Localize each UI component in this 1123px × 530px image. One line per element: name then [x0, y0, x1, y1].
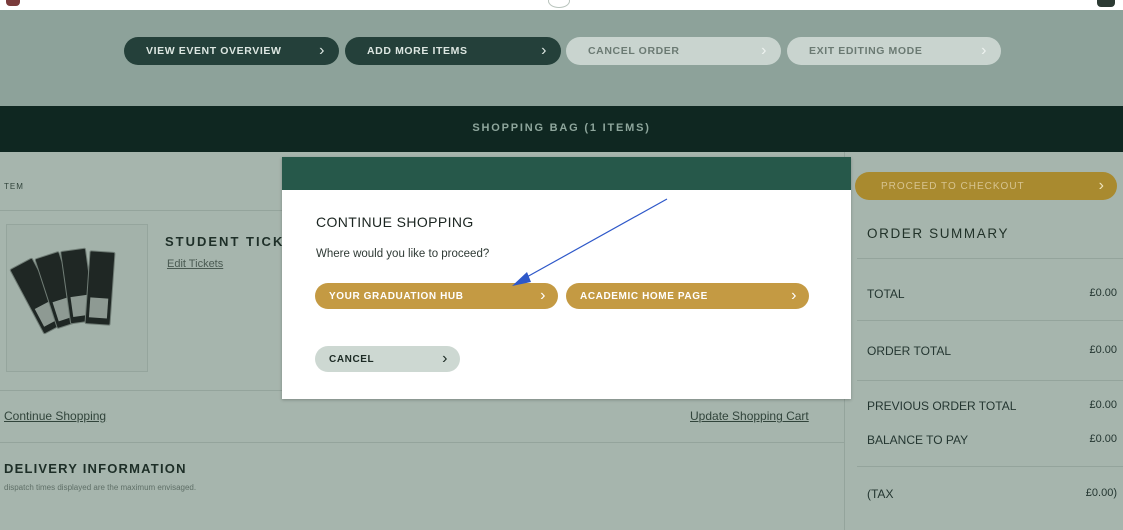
shopping-bag-title: SHOPPING BAG (1 ITEMS)	[472, 122, 651, 134]
divider	[857, 466, 1123, 467]
proceed-to-checkout-button[interactable]: PROCEED TO CHECKOUT ›	[855, 172, 1117, 200]
order-summary-title: ORDER SUMMARY	[867, 226, 1010, 241]
cancel-order-label: CANCEL ORDER	[588, 45, 680, 57]
your-graduation-hub-button[interactable]: YOUR GRADUATION HUB ›	[315, 283, 558, 309]
action-bar: VIEW EVENT OVERVIEW › ADD MORE ITEMS › C…	[0, 10, 1123, 106]
cancel-order-button[interactable]: CANCEL ORDER ›	[566, 37, 781, 65]
chevron-right-icon: ›	[1098, 177, 1105, 194]
divider	[857, 258, 1123, 259]
divider	[0, 442, 844, 443]
add-more-items-label: ADD MORE ITEMS	[367, 45, 468, 57]
chevron-right-icon: ›	[791, 287, 797, 304]
dialog-question: Where would you like to proceed?	[316, 248, 490, 260]
summary-label: BALANCE TO PAY	[867, 433, 969, 447]
order-summary-column: PROCEED TO CHECKOUT › ORDER SUMMARY TOTA…	[844, 152, 1123, 530]
ticket-image	[84, 250, 116, 326]
continue-shopping-link[interactable]: Continue Shopping	[4, 409, 106, 423]
summary-row: PREVIOUS ORDER TOTAL £0.00	[867, 399, 1117, 413]
summary-value: £0.00	[1089, 433, 1117, 445]
your-graduation-hub-label: YOUR GRADUATION HUB	[329, 290, 464, 302]
shopping-bag-header: SHOPPING BAG (1 ITEMS)	[0, 106, 1123, 152]
ticket-thumbnail	[6, 224, 148, 372]
summary-label: (TAX	[867, 487, 894, 501]
chevron-right-icon: ›	[541, 42, 547, 59]
summary-value: £0.00	[1089, 287, 1117, 299]
add-more-items-button[interactable]: ADD MORE ITEMS ›	[345, 37, 561, 65]
summary-value: £0.00)	[1085, 487, 1117, 499]
academic-home-page-label: ACADEMIC HOME PAGE	[580, 290, 708, 302]
dialog-cancel-button[interactable]: CANCEL ›	[315, 346, 460, 372]
summary-row: BALANCE TO PAY £0.00	[867, 433, 1117, 447]
summary-label: PREVIOUS ORDER TOTAL	[867, 399, 1017, 413]
edit-tickets-link[interactable]: Edit Tickets	[167, 258, 223, 270]
exit-editing-mode-button[interactable]: EXIT EDITING MODE ›	[787, 37, 1001, 65]
continue-shopping-dialog: CONTINUE SHOPPING Where would you like t…	[282, 157, 851, 399]
summary-row: ORDER TOTAL £0.00	[867, 344, 1117, 358]
logo-icon	[548, 0, 570, 8]
flag-icon	[6, 0, 20, 6]
academic-home-page-button[interactable]: ACADEMIC HOME PAGE ›	[566, 283, 809, 309]
summary-row: (TAX £0.00)	[867, 487, 1117, 501]
summary-row: TOTAL £0.00	[867, 287, 1117, 301]
chevron-right-icon: ›	[319, 42, 325, 59]
dialog-header	[282, 157, 851, 190]
dialog-title: CONTINUE SHOPPING	[316, 214, 474, 230]
chevron-right-icon: ›	[540, 287, 546, 304]
proceed-to-checkout-label: PROCEED TO CHECKOUT	[881, 180, 1025, 192]
item-title: STUDENT TICKE	[165, 234, 295, 249]
chevron-right-icon: ›	[981, 42, 987, 59]
item-column-header: TEM	[4, 182, 24, 191]
chevron-right-icon: ›	[761, 42, 767, 59]
exit-editing-mode-label: EXIT EDITING MODE	[809, 45, 923, 57]
update-shopping-cart-link[interactable]: Update Shopping Cart	[690, 409, 809, 423]
summary-value: £0.00	[1089, 344, 1117, 356]
chevron-right-icon: ›	[442, 350, 448, 367]
delivery-information-title: DELIVERY INFORMATION	[4, 461, 187, 476]
summary-label: ORDER TOTAL	[867, 344, 952, 358]
view-event-overview-button[interactable]: VIEW EVENT OVERVIEW ›	[124, 37, 339, 65]
user-icon[interactable]	[1097, 0, 1115, 7]
top-strip	[0, 0, 1123, 10]
divider	[857, 380, 1123, 381]
divider	[857, 320, 1123, 321]
delivery-note: dispatch times displayed are the maximum…	[4, 483, 197, 492]
summary-value: £0.00	[1089, 399, 1117, 411]
dialog-cancel-label: CANCEL	[329, 353, 375, 365]
view-event-overview-label: VIEW EVENT OVERVIEW	[146, 45, 282, 57]
summary-label: TOTAL	[867, 287, 905, 301]
